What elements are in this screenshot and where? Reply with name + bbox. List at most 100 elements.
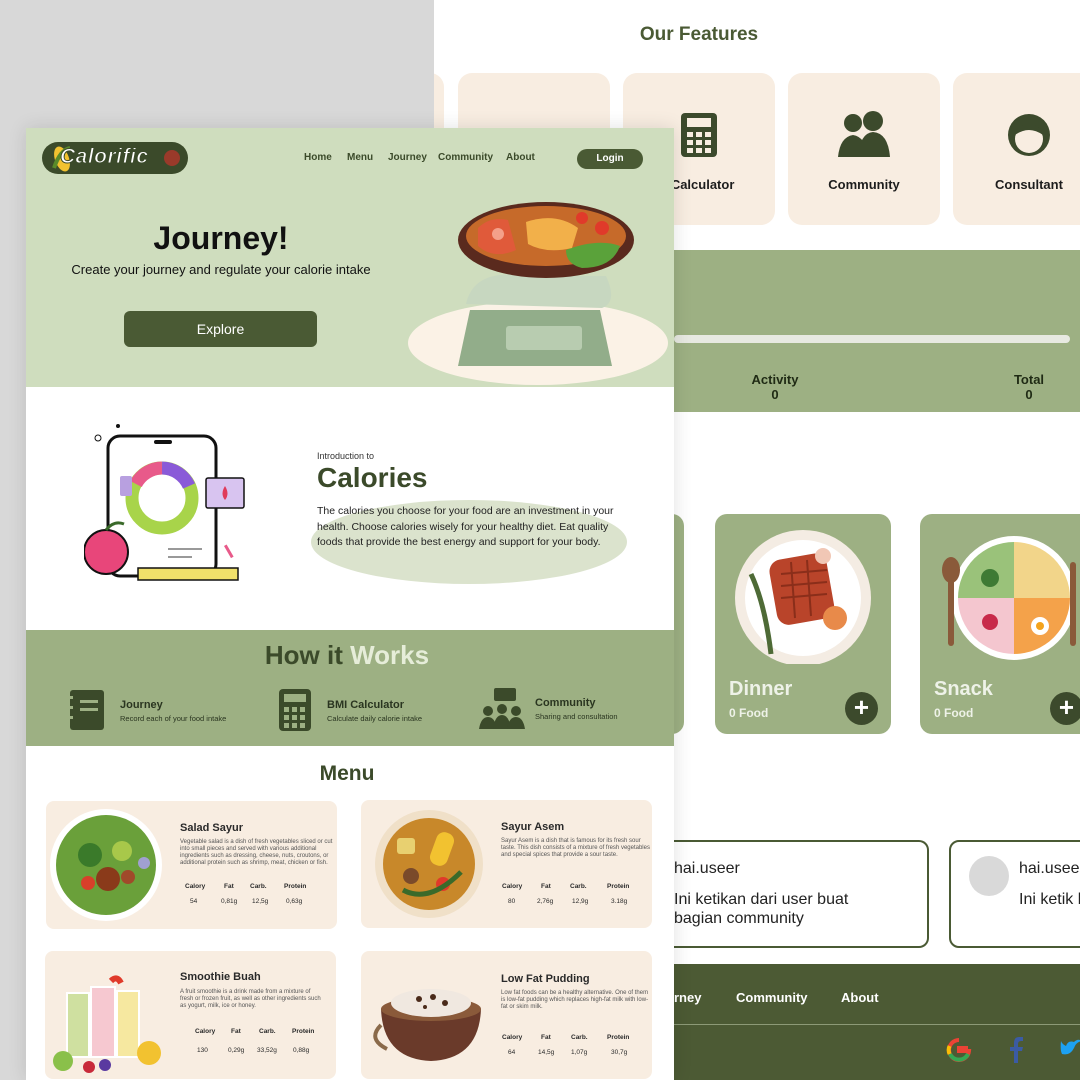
nutrient-value: 1,07g xyxy=(571,1049,588,1056)
meal-count: 0 Food xyxy=(729,706,769,720)
twitter-icon[interactable] xyxy=(1060,1038,1080,1060)
feature-card-consultant[interactable]: Consultant xyxy=(953,73,1080,225)
nutrient-value: 64 xyxy=(508,1049,516,1056)
how-item-title: Community xyxy=(535,697,596,709)
intro-label: Introduction to xyxy=(317,451,375,461)
hero-subtitle: Create your journey and regulate your ca… xyxy=(71,262,371,277)
intro-title: Calories xyxy=(317,462,428,493)
footer-link-community[interactable]: Community xyxy=(736,990,808,1005)
post-username: hai.useer xyxy=(1019,860,1080,877)
menu-card-smoothie[interactable]: Smoothie Buah A fruit smoothie is a drin… xyxy=(45,951,336,1079)
menu-card-sayur-asem[interactable]: Sayur Asem Sayur Asem is a dish that is … xyxy=(361,800,652,928)
nutrient-header: Calory xyxy=(195,1028,216,1035)
how-item-desc: Calculate daily calorie intake xyxy=(327,714,423,723)
explore-button[interactable]: Explore xyxy=(124,311,317,347)
nutrient-header: Calory xyxy=(185,883,206,890)
hero-title: Journey! xyxy=(153,220,289,256)
nutrient-value: 0,88g xyxy=(293,1047,310,1054)
nutrient-value: 0,63g xyxy=(286,898,303,905)
footer-link-about[interactable]: About xyxy=(841,990,879,1005)
nutrient-header: Fat xyxy=(231,1028,241,1035)
intro-body: The calories you choose for your food ar… xyxy=(317,505,614,548)
nutrient-header: Fat xyxy=(224,883,234,890)
nutrient-value: 130 xyxy=(197,1047,208,1054)
feature-label: Community xyxy=(828,177,900,192)
nutrient-header: Carb. xyxy=(259,1028,276,1035)
nutrient-value: 54 xyxy=(190,898,198,905)
how-item-desc: Record each of your food intake xyxy=(120,714,227,723)
nutrient-value: 2,76g xyxy=(537,898,554,905)
feature-label: Consultant xyxy=(995,177,1063,192)
group-chat-icon xyxy=(479,688,525,729)
avatar xyxy=(969,856,1009,896)
sayur-asem-bowl-image xyxy=(375,810,483,918)
menu-item-desc: A fruit smoothie is a drink made from a … xyxy=(180,989,321,1009)
how-it-works-section: How it Works Journey Record each of your… xyxy=(26,630,674,746)
meal-card-snack[interactable]: Snack 0 Food + xyxy=(920,514,1080,734)
how-item-title: Journey xyxy=(120,699,163,711)
stat-total: Total 0 xyxy=(1013,372,1045,402)
how-item-desc: Sharing and consultation xyxy=(535,712,618,721)
nutrient-header: Fat xyxy=(541,883,551,890)
nutrient-header: Carb. xyxy=(250,883,267,890)
how-item-title: BMI Calculator xyxy=(327,699,405,711)
stat-activity: Activity 0 xyxy=(751,372,799,402)
post-username: hai.useer xyxy=(674,860,740,877)
nav-menu[interactable]: Menu xyxy=(347,152,373,163)
nav-about[interactable]: About xyxy=(506,152,535,163)
snack-plate-image xyxy=(942,536,1076,660)
how-title: How it Works xyxy=(264,640,430,670)
community-icon xyxy=(788,111,940,159)
food-scale-illustration xyxy=(408,202,668,385)
meal-name: Snack xyxy=(934,678,993,700)
nutrient-header: Protein xyxy=(607,883,630,890)
notebook-icon xyxy=(67,690,104,730)
nav-home[interactable]: Home xyxy=(304,152,332,163)
nutrient-header: Calory xyxy=(502,1034,523,1041)
nutrient-header: Carb. xyxy=(571,1034,588,1041)
meal-name: Dinner xyxy=(729,678,793,700)
nutrient-value: 80 xyxy=(508,898,516,905)
nutrient-value: 12,5g xyxy=(252,898,269,905)
footer-link-journey[interactable]: rney xyxy=(674,990,701,1005)
menu-item-name: Smoothie Buah xyxy=(180,971,261,983)
menu-card-pudding[interactable]: Low Fat Pudding Low fat foods can be a h… xyxy=(361,951,652,1079)
nutrient-value: 3.18g xyxy=(611,898,628,905)
community-post[interactable]: hai.useer Ini ketikan dari user buat bag… xyxy=(654,840,929,948)
feature-card-community[interactable]: Community xyxy=(788,73,940,225)
menu-item-desc: Low fat foods can be a healthy alternati… xyxy=(501,990,649,1010)
nutrient-header: Protein xyxy=(284,883,307,890)
nav-community[interactable]: Community xyxy=(438,152,493,163)
nutrient-header: Carb. xyxy=(570,883,587,890)
dinner-plate-image xyxy=(735,530,871,664)
post-text: Ini ketikan dari user buat bagian commun… xyxy=(674,891,849,927)
headset-icon xyxy=(953,111,1080,161)
add-food-button[interactable]: + xyxy=(845,692,878,725)
phone-calorie-illustration xyxy=(84,424,245,581)
menu-card-salad[interactable]: Salad Sayur Vegetable salad is a dish of… xyxy=(46,801,337,929)
community-post[interactable]: hai.useer Ini ketik bagian c xyxy=(949,840,1080,948)
login-button[interactable]: Login xyxy=(577,149,643,169)
google-icon[interactable] xyxy=(946,1037,972,1063)
nav-journey[interactable]: Journey xyxy=(388,152,427,163)
menu-title: Menu xyxy=(319,762,375,785)
nutrient-header: Calory xyxy=(502,883,523,890)
pudding-bowl-image xyxy=(373,989,481,1061)
nutrient-header: Fat xyxy=(541,1034,551,1041)
salad-bowl-image xyxy=(50,809,162,921)
nutrient-header: Protein xyxy=(607,1034,630,1041)
menu-item-name: Low Fat Pudding xyxy=(501,973,590,985)
menu-item-name: Sayur Asem xyxy=(501,821,565,833)
menu-item-desc: Sayur Asem is a dish that is famous for … xyxy=(501,838,650,858)
logo-text[interactable]: Calorific xyxy=(60,145,149,169)
add-food-button[interactable]: + xyxy=(1050,692,1080,725)
nutrient-value: 12,9g xyxy=(572,898,589,905)
progress-bar xyxy=(674,335,1070,343)
divider xyxy=(674,1024,1080,1025)
hero-section: Calorific Home Menu Journey Community Ab… xyxy=(26,128,674,387)
menu-item-desc: Vegetable salad is a dish of fresh veget… xyxy=(180,839,333,866)
nutrient-value: 30,7g xyxy=(611,1049,628,1056)
meal-count: 0 Food xyxy=(934,706,974,720)
facebook-icon[interactable] xyxy=(1008,1036,1024,1064)
meal-card-dinner[interactable]: Dinner 0 Food + xyxy=(715,514,891,734)
